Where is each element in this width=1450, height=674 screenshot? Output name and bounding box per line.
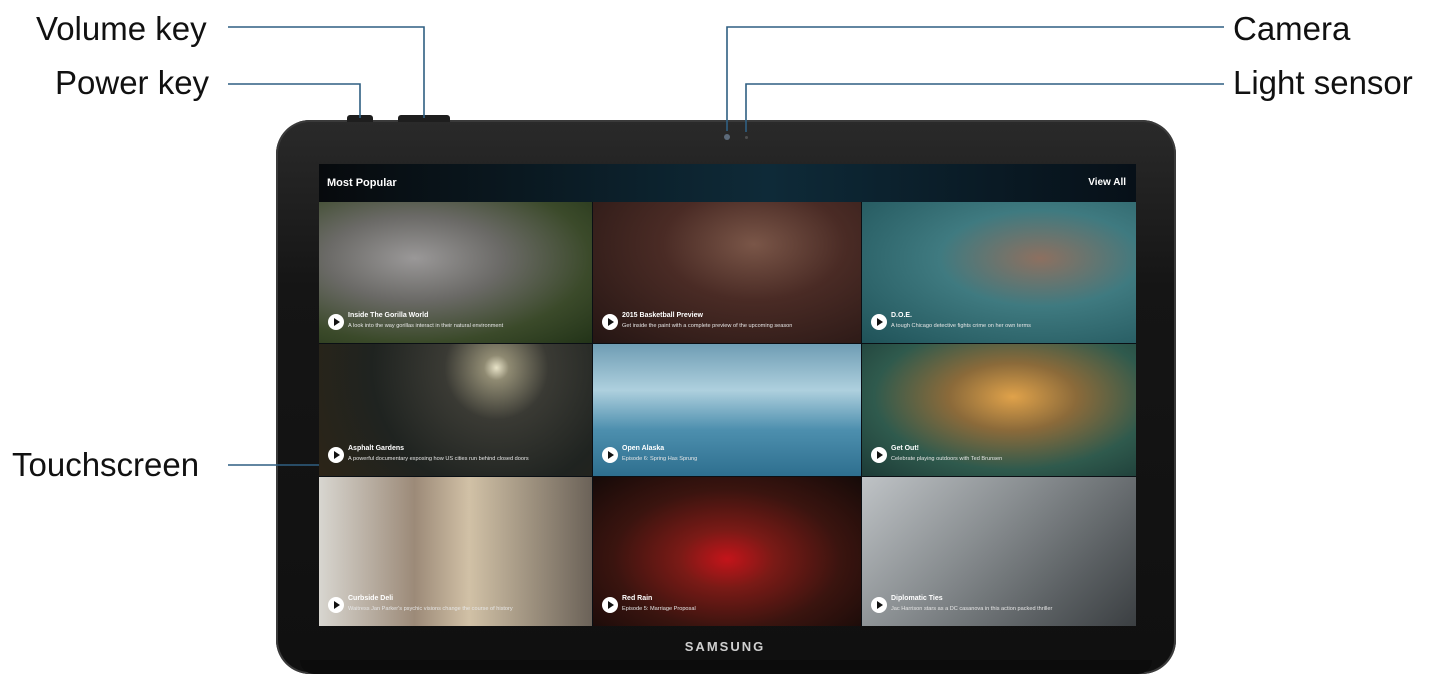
video-tile: Diplomatic Ties Jac Harrison stars as a …	[862, 477, 1136, 626]
tile-description: A powerful documentary exposing how US c…	[348, 456, 529, 462]
volume-key-label: Volume key	[36, 10, 207, 47]
touchscreen: Most Popular View All Inside The Gorilla…	[319, 164, 1136, 626]
light-sensor	[745, 136, 748, 139]
screen-header: Most Popular View All	[319, 164, 1136, 202]
power-key	[347, 115, 373, 122]
volume-key-leader	[228, 26, 425, 118]
video-tile: Curbside Deli Waitress Jan Parker's psyc…	[319, 477, 592, 626]
tile-description: A look into the way gorillas interact in…	[348, 323, 504, 329]
tile-title: Curbside Deli	[348, 595, 394, 602]
light-sensor-label: Light sensor	[1233, 64, 1413, 101]
tile-description: Episode 6: Spring Has Sprung	[622, 456, 698, 462]
camera-leader	[726, 26, 1224, 131]
tile-title: Red Rain	[622, 595, 653, 602]
touchscreen-label: Touchscreen	[12, 446, 200, 483]
tile-title: Diplomatic Ties	[891, 595, 943, 602]
volume-key	[398, 115, 450, 122]
play-icon	[328, 597, 344, 613]
play-icon	[871, 447, 887, 463]
play-icon	[871, 597, 887, 613]
video-tile: Inside The Gorilla World A look into the…	[319, 202, 592, 343]
tile-title: 2015 Basketball Preview	[622, 312, 703, 319]
tile-description: Celebrate playing outdoors with Ted Brun…	[891, 456, 1003, 462]
most-popular-heading: Most Popular	[327, 177, 397, 189]
tile-title: D.O.E.	[891, 312, 913, 319]
tile-description: Get inside the paint with a complete pre…	[622, 323, 793, 329]
camera-lens	[724, 134, 730, 140]
play-icon	[602, 447, 618, 463]
tile-description: Waitress Jan Parker's psychic visions ch…	[348, 606, 513, 612]
tile-title: Asphalt Gardens	[348, 445, 405, 452]
video-tile: Asphalt Gardens A powerful documentary e…	[319, 344, 592, 476]
tile-description: Jac Harrison stars as a DC casanova in t…	[891, 606, 1053, 612]
video-tile: Get Out! Celebrate playing outdoors with…	[862, 344, 1136, 476]
samsung-logo: SAMSUNG	[684, 639, 766, 654]
tile-description: Episode 5: Marriage Proposal	[622, 606, 696, 612]
tile-title: Get Out!	[891, 445, 919, 452]
play-icon	[602, 314, 618, 330]
play-icon	[602, 597, 618, 613]
video-grid: Inside The Gorilla World A look into the…	[319, 202, 1136, 626]
video-tile: Open Alaska Episode 6: Spring Has Sprung	[593, 344, 861, 476]
video-tile: Red Rain Episode 5: Marriage Proposal	[593, 477, 861, 626]
device-base	[300, 660, 1152, 674]
play-icon	[328, 447, 344, 463]
camera-label: Camera	[1233, 10, 1351, 47]
video-tile: D.O.E. A tough Chicago detective fights …	[862, 202, 1136, 343]
view-all-link: View All	[1088, 177, 1126, 188]
play-icon	[871, 314, 887, 330]
play-icon	[328, 314, 344, 330]
tile-title: Inside The Gorilla World	[348, 312, 429, 319]
tile-title: Open Alaska	[622, 445, 665, 452]
power-key-leader	[228, 83, 361, 118]
tile-description: A tough Chicago detective fights crime o…	[891, 323, 1031, 329]
power-key-label: Power key	[55, 64, 210, 101]
video-tile: 2015 Basketball Preview Get inside the p…	[593, 202, 861, 343]
